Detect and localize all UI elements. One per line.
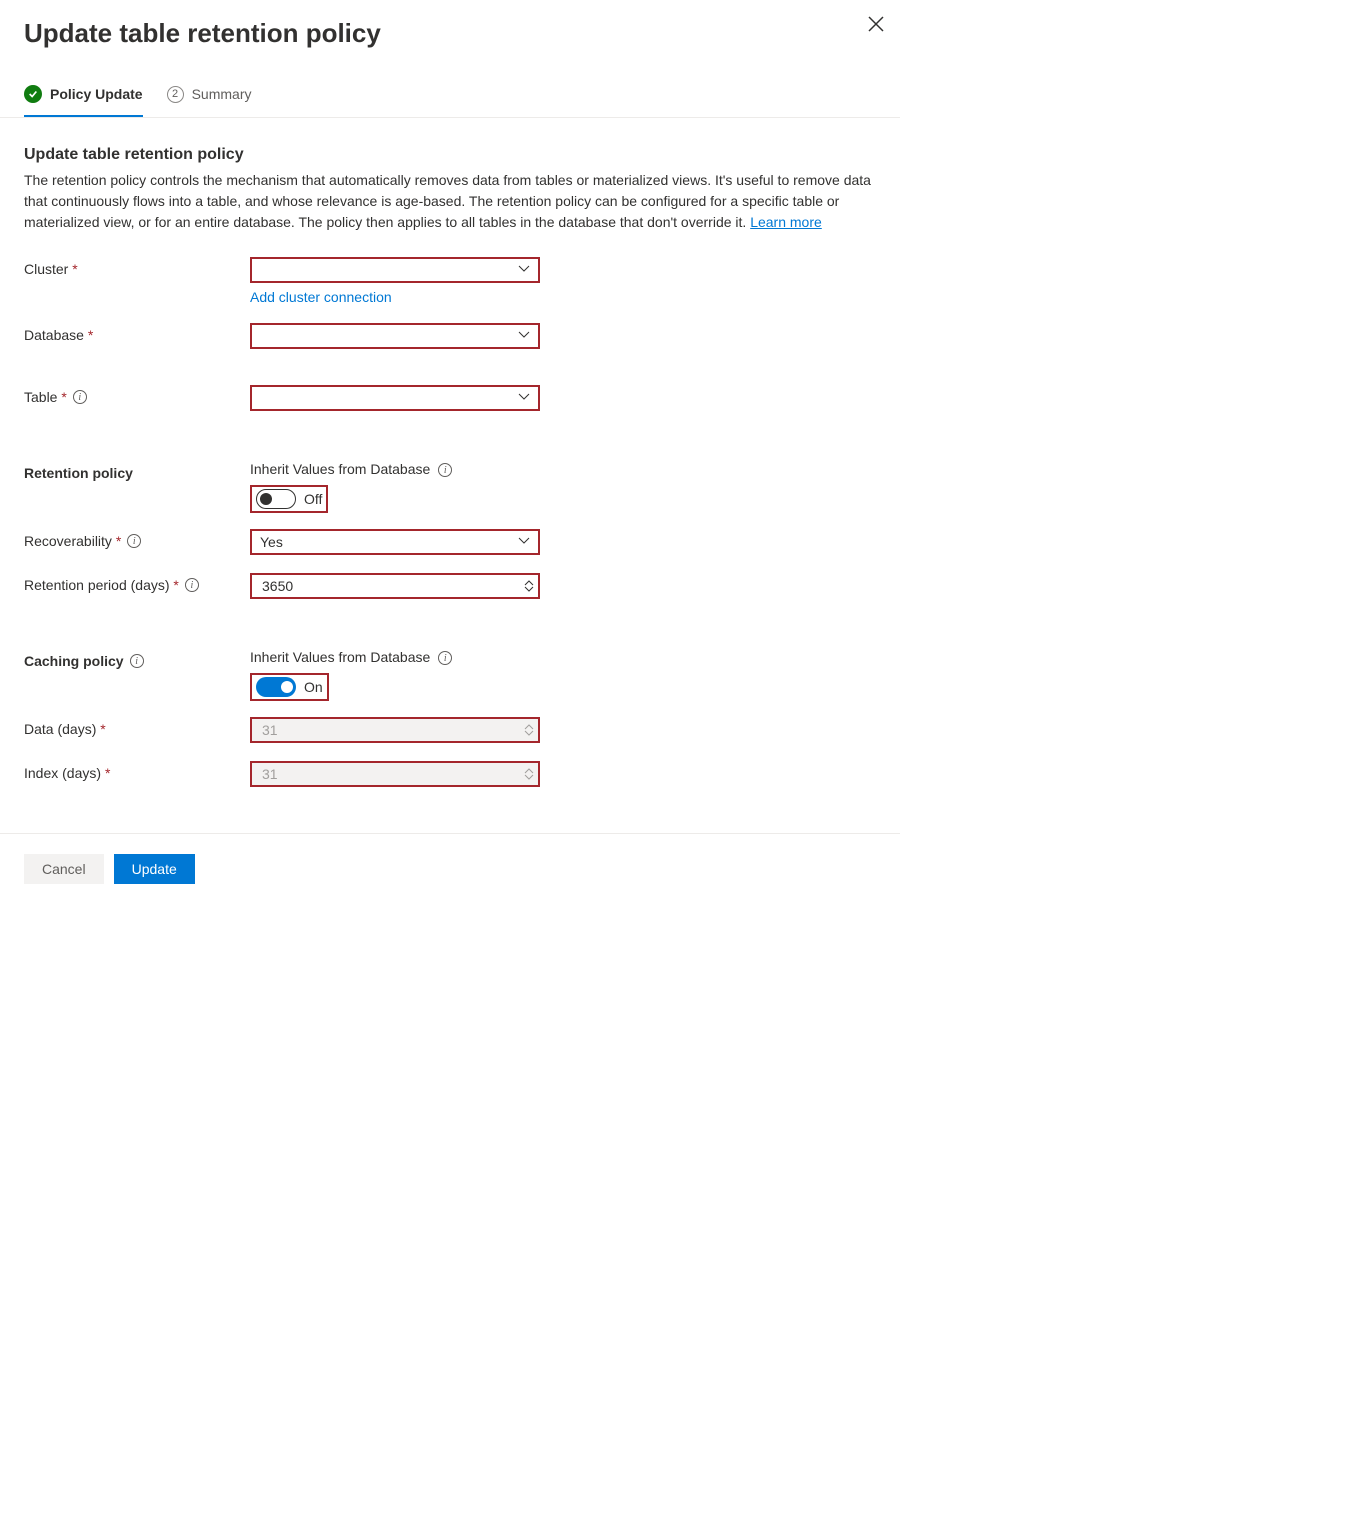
chevron-down-icon	[518, 262, 530, 278]
close-button[interactable]	[862, 10, 890, 38]
chevron-down-icon	[518, 390, 530, 406]
database-label: Database *	[24, 327, 93, 343]
recoverability-label: Recoverability *	[24, 533, 121, 549]
info-icon[interactable]: i	[185, 578, 199, 592]
caching-inherit-state: On	[304, 679, 323, 695]
index-days-input-wrap	[250, 761, 540, 787]
cluster-label: Cluster *	[24, 261, 78, 277]
tab-summary-label: Summary	[192, 86, 252, 102]
intro-description: The retention policy controls the mechan…	[24, 170, 876, 233]
info-icon[interactable]: i	[73, 390, 87, 404]
info-icon[interactable]: i	[438, 463, 452, 477]
spinner-icon	[524, 724, 534, 736]
wizard-tabs: Policy Update 2 Summary	[0, 85, 900, 118]
spinner-icon	[524, 768, 534, 780]
tab-policy-update-label: Policy Update	[50, 86, 143, 102]
index-days-label: Index (days) *	[24, 765, 110, 781]
recoverability-dropdown[interactable]: Yes	[250, 529, 540, 555]
database-dropdown[interactable]	[250, 323, 540, 349]
page-title: Update table retention policy	[0, 0, 900, 85]
intro-heading: Update table retention policy	[24, 146, 876, 164]
add-cluster-connection-link[interactable]: Add cluster connection	[250, 289, 392, 305]
retention-inherit-label: Inherit Values from Database	[250, 461, 430, 477]
caching-inherit-label: Inherit Values from Database	[250, 649, 430, 665]
close-icon	[868, 16, 884, 32]
spinner-icon[interactable]	[524, 580, 534, 592]
index-days-input	[260, 765, 530, 783]
retention-inherit-state: Off	[304, 491, 322, 507]
retention-inherit-toggle[interactable]	[256, 489, 296, 509]
checkmark-icon	[24, 85, 42, 103]
retention-period-input-wrap	[250, 573, 540, 599]
table-dropdown[interactable]	[250, 385, 540, 411]
caching-inherit-toggle-wrap: On	[250, 673, 329, 701]
retention-inherit-toggle-wrap: Off	[250, 485, 328, 513]
retention-period-input[interactable]	[260, 577, 530, 595]
caching-inherit-toggle[interactable]	[256, 677, 296, 697]
learn-more-link[interactable]: Learn more	[750, 214, 822, 230]
cluster-dropdown[interactable]	[250, 257, 540, 283]
table-label: Table *	[24, 389, 67, 405]
chevron-down-icon	[518, 328, 530, 344]
update-button[interactable]: Update	[114, 854, 195, 884]
info-icon[interactable]: i	[438, 651, 452, 665]
footer: Cancel Update	[0, 833, 900, 904]
data-days-input-wrap	[250, 717, 540, 743]
retention-period-label: Retention period (days) *	[24, 577, 179, 593]
data-days-label: Data (days) *	[24, 721, 106, 737]
caching-policy-heading: Caching policy	[24, 653, 124, 669]
retention-policy-heading: Retention policy	[24, 465, 133, 481]
tab-summary[interactable]: 2 Summary	[167, 85, 252, 117]
info-icon[interactable]: i	[130, 654, 144, 668]
tab-policy-update[interactable]: Policy Update	[24, 85, 143, 117]
cancel-button[interactable]: Cancel	[24, 854, 104, 884]
info-icon[interactable]: i	[127, 534, 141, 548]
step-number-icon: 2	[167, 86, 184, 103]
data-days-input	[260, 721, 530, 739]
